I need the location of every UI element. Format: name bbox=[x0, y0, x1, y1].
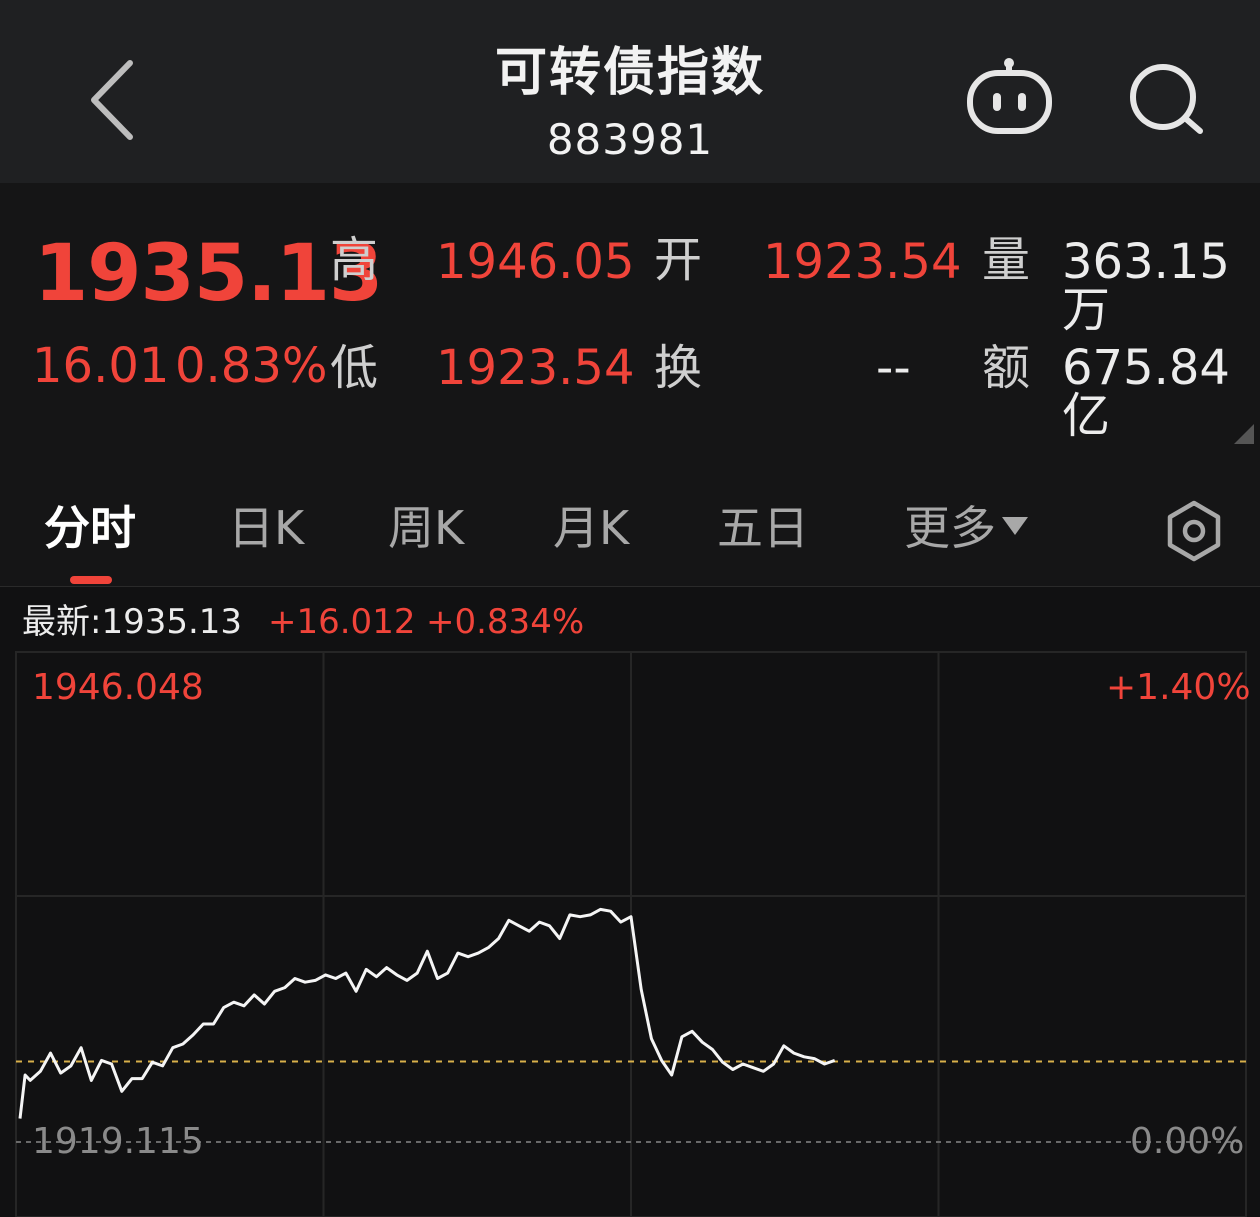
tab-more-label: 更多 bbox=[904, 501, 996, 555]
pct-axis-max-label: +1.40% bbox=[1106, 667, 1251, 708]
low-label: 低 bbox=[330, 340, 379, 396]
open-value: 1923.54 bbox=[763, 234, 962, 290]
tab-more[interactable]: 更多 bbox=[904, 505, 1028, 551]
period-tabs bbox=[0, 468, 1260, 587]
latest-change-pct: +0.834% bbox=[426, 602, 585, 642]
volume-value: 363.15万 bbox=[1062, 234, 1230, 338]
y-axis-min-label: 1919.115 bbox=[32, 1121, 204, 1162]
price-change-pct: 0.83% bbox=[175, 338, 328, 394]
price-change: 16.01 bbox=[32, 338, 170, 394]
amount-label: 额 bbox=[982, 340, 1031, 396]
index-code: 883981 bbox=[546, 115, 714, 164]
turnover-value: -- bbox=[876, 340, 911, 396]
top-bar: 可转债指数 883981 bbox=[0, 0, 1260, 183]
low-value: 1923.54 bbox=[436, 340, 635, 396]
high-label: 高 bbox=[330, 232, 379, 288]
dropdown-arrow-icon bbox=[1002, 516, 1028, 535]
open-label: 开 bbox=[654, 232, 703, 288]
active-tab-indicator bbox=[70, 576, 112, 584]
price-series-line bbox=[18, 907, 836, 1119]
pct-axis-min-label: 0.00% bbox=[1130, 1121, 1245, 1162]
tab-monthly-k[interactable]: 月K bbox=[553, 505, 629, 551]
tab-weekly-k[interactable]: 周K bbox=[388, 505, 464, 551]
latest-change: +16.012 bbox=[268, 602, 416, 642]
high-value: 1946.05 bbox=[436, 234, 635, 290]
turnover-label: 换 bbox=[654, 340, 703, 396]
tab-intraday[interactable]: 分时 bbox=[44, 505, 136, 551]
page-title: 可转债指数 bbox=[494, 43, 765, 103]
latest-label: 最新:1935.13 bbox=[22, 602, 243, 642]
amount-value: 675.84亿 bbox=[1062, 340, 1230, 444]
y-axis-max-label: 1946.048 bbox=[32, 667, 204, 708]
volume-label: 量 bbox=[982, 232, 1031, 288]
expand-corner-icon[interactable] bbox=[1234, 424, 1254, 444]
robot-assistant-icon[interactable] bbox=[962, 55, 1057, 140]
settings-hexagon-icon[interactable] bbox=[1163, 500, 1225, 562]
search-icon[interactable] bbox=[1125, 60, 1210, 140]
tab-daily-k[interactable]: 日K bbox=[228, 505, 304, 551]
tab-five-day[interactable]: 五日 bbox=[717, 505, 809, 551]
